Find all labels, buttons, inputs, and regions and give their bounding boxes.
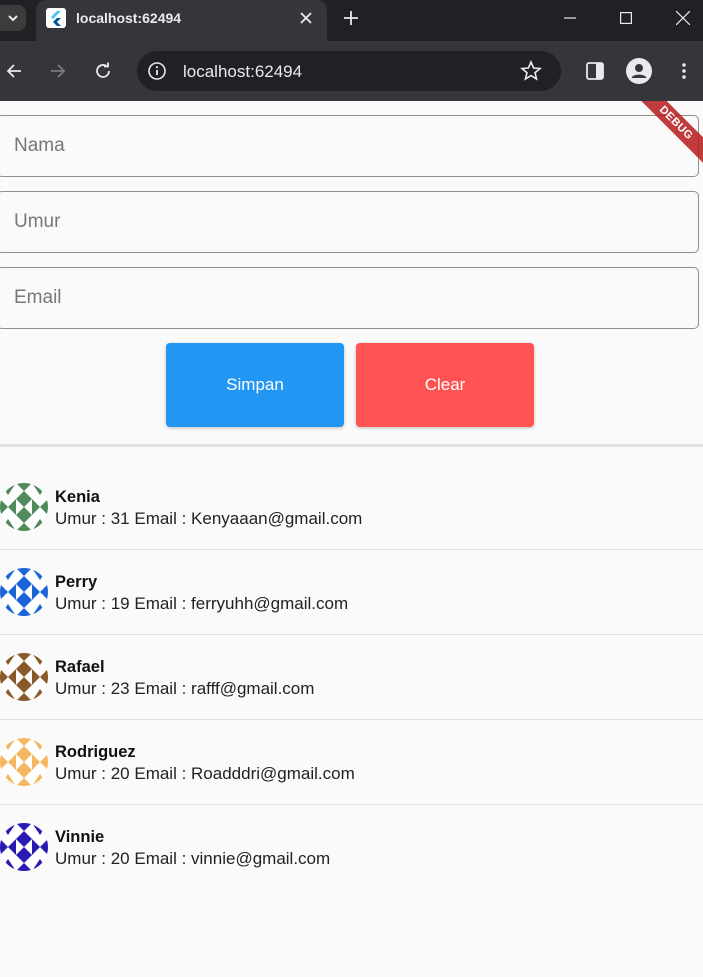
person-detail: Umur : 20 Email : vinnie@gmail.com <box>55 849 331 868</box>
kebab-menu-icon <box>682 63 686 79</box>
profile-icon <box>626 58 652 84</box>
umur-input[interactable] <box>0 192 698 252</box>
star-icon[interactable] <box>519 59 543 83</box>
avatar <box>0 738 48 786</box>
side-panel-button[interactable] <box>581 57 609 85</box>
close-icon <box>676 11 690 25</box>
arrow-right-icon <box>51 64 66 78</box>
person-name: Rodriguez <box>55 743 136 761</box>
reload-button[interactable] <box>89 57 117 85</box>
list-item[interactable]: Rodriguez Umur : 20 Email : Roadddri@gmai… <box>0 720 703 805</box>
section-divider <box>0 444 703 447</box>
person-detail: Umur : 31 Email : Kenyaaan@gmail.com <box>55 509 363 528</box>
person-name: Perry <box>55 573 98 591</box>
close-icon <box>300 12 312 24</box>
avatar <box>0 653 48 701</box>
umur-field[interactable] <box>0 191 699 253</box>
clear-button[interactable]: Clear <box>356 343 534 427</box>
person-detail: Umur : 23 Email : rafff@gmail.com <box>55 679 315 698</box>
chevron-down-icon <box>8 15 18 22</box>
list-item[interactable]: Rafael Umur : 23 Email : rafff@gmail.com <box>0 635 703 720</box>
profile-button[interactable] <box>625 57 653 85</box>
email-field[interactable] <box>0 267 699 329</box>
browser-toolbar: localhost:62494 <box>0 41 703 101</box>
maximize-icon <box>620 12 632 24</box>
side-panel-icon <box>586 62 604 80</box>
flutter-favicon-icon <box>46 8 66 28</box>
reload-icon <box>96 62 110 78</box>
list-item[interactable]: Perry Umur : 19 Email : ferryuhh@gmail.co… <box>0 550 703 635</box>
person-detail: Umur : 20 Email : Roadddri@gmail.com <box>55 764 355 783</box>
list-item[interactable]: Vinnie Umur : 20 Email : vinnie@gmail.com <box>0 805 703 890</box>
tab-title: localhost:62494 <box>76 10 182 26</box>
tab-search-button[interactable] <box>0 5 26 31</box>
person-name: Vinnie <box>55 828 105 846</box>
plus-icon <box>344 11 358 25</box>
minimize-icon <box>564 17 576 19</box>
address-bar[interactable]: localhost:62494 <box>137 51 561 91</box>
maximize-button[interactable] <box>597 0 655 36</box>
info-icon[interactable] <box>147 61 167 81</box>
avatar <box>0 823 48 871</box>
person-detail: Umur : 19 Email : ferryuhh@gmail.com <box>55 594 349 613</box>
person-name: Kenia <box>55 488 100 506</box>
avatar <box>0 483 48 531</box>
menu-button[interactable] <box>670 57 698 85</box>
list-item[interactable]: Kenia Umur : 31 Email : Kenyaaan@gmail.co… <box>0 465 703 550</box>
simpan-button[interactable]: Simpan <box>166 343 344 427</box>
url-text[interactable]: localhost:62494 <box>183 62 302 82</box>
window-close-button[interactable] <box>654 0 703 36</box>
nama-input[interactable] <box>0 116 698 176</box>
back-button[interactable] <box>0 57 28 85</box>
browser-tab[interactable]: localhost:62494 <box>36 0 327 41</box>
forward-button[interactable] <box>44 57 72 85</box>
browser-tab-strip: localhost:62494 <box>0 0 703 41</box>
new-tab-button[interactable] <box>338 5 364 31</box>
minimize-button[interactable] <box>541 0 599 36</box>
person-name: Rafael <box>55 658 105 676</box>
email-input[interactable] <box>0 268 698 328</box>
app-content: Simpan Clear Kenia Umur : 31 Email : Keny… <box>0 101 703 977</box>
avatar <box>0 568 48 616</box>
arrow-left-icon <box>6 64 21 78</box>
tab-close-button[interactable] <box>295 7 317 29</box>
nama-field[interactable] <box>0 115 699 177</box>
